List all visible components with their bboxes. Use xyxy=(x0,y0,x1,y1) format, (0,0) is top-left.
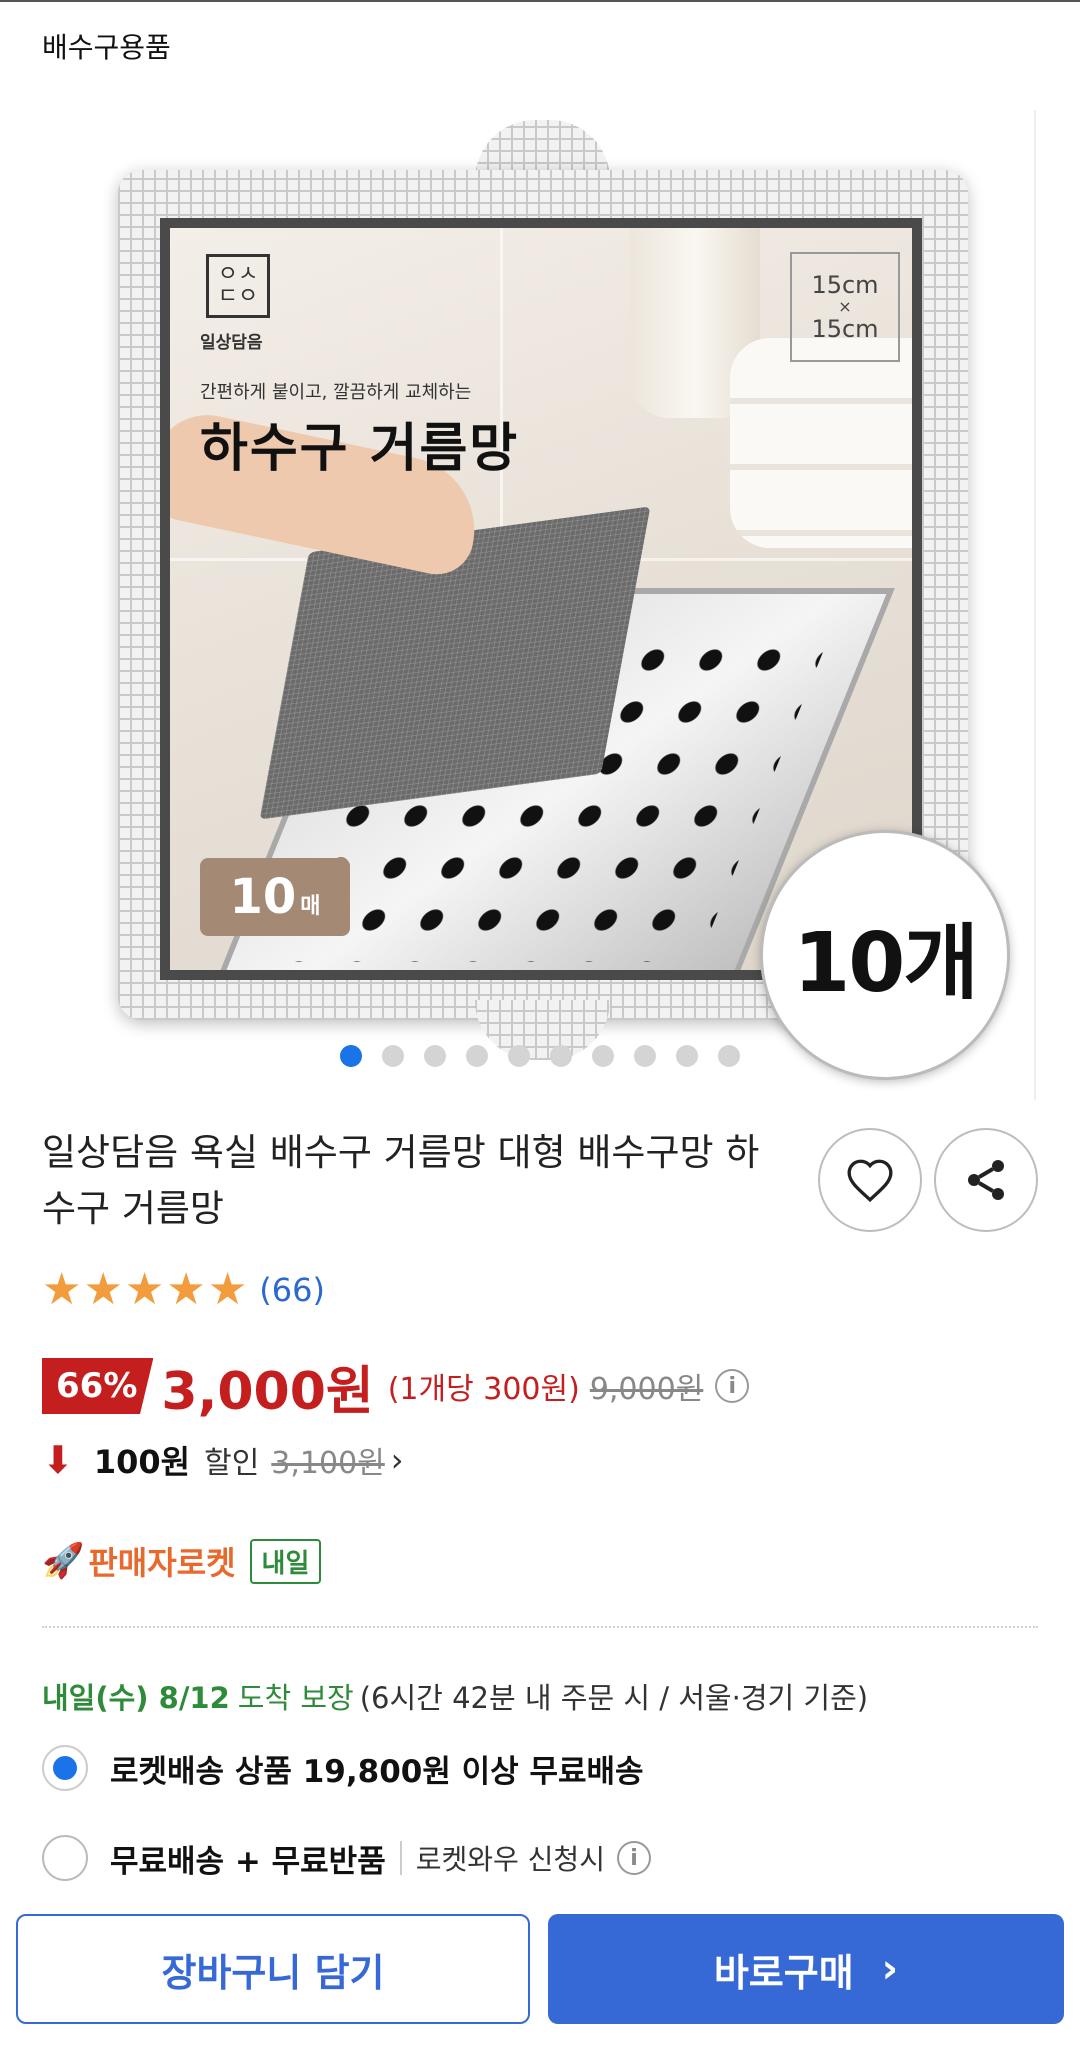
carousel-dot[interactable] xyxy=(676,1045,698,1067)
star-rating: ★★★★★ xyxy=(42,1268,249,1312)
share-button[interactable] xyxy=(934,1128,1038,1232)
top-border xyxy=(0,0,1080,2)
delivery-guarantee: 도착 보장 xyxy=(237,1681,354,1715)
sale-price: 3,000원 xyxy=(161,1361,374,1422)
unit-price: (1개당 300원) xyxy=(387,1372,580,1407)
star-icon: ★ xyxy=(83,1264,123,1315)
carousel-dot[interactable] xyxy=(592,1045,614,1067)
star-icon: ★ xyxy=(42,1264,82,1315)
count-value: 10 xyxy=(229,869,297,925)
image-edge xyxy=(1034,110,1036,1100)
size-bottom: 15cm xyxy=(811,314,879,343)
shipping-option-label: 로켓배송 상품 19,800원 이상 무료배송 xyxy=(110,1753,644,1790)
size-x: × xyxy=(838,297,852,317)
delivery-condition: (6시간 42분 내 주문 시 / 서울·경기 기준) xyxy=(359,1681,869,1715)
radio-unselected[interactable] xyxy=(42,1835,88,1881)
price-drop-row[interactable]: ⬇ 100원 할인 3,100원 › xyxy=(42,1434,404,1486)
towel-graphic xyxy=(730,338,912,548)
buy-now-button[interactable]: 바로구매 › xyxy=(548,1914,1064,2024)
price-drop-label: 할인 xyxy=(204,1446,260,1481)
star-icon: ★ xyxy=(207,1264,248,1315)
chevron-right-icon: › xyxy=(390,1441,404,1479)
share-icon xyxy=(968,1160,1004,1200)
delivery-info: 내일(수) 8/12 도착 보장 (6시간 42분 내 주문 시 / 서울·경기… xyxy=(42,1672,868,1720)
discount-badge: 66% xyxy=(42,1358,154,1414)
carousel-dot[interactable] xyxy=(550,1045,572,1067)
image-tagline: 간편하게 붙이고, 깔끔하게 교체하는 xyxy=(200,382,472,403)
brand-name: 일상담음 xyxy=(200,333,263,353)
carousel-dot[interactable] xyxy=(466,1045,488,1067)
section-divider xyxy=(42,1626,1038,1628)
seller-rocket-row: 🚀 판매자로켓 내일 xyxy=(42,1535,322,1587)
shipping-option-wow[interactable]: 무료배송 + 무료반품 로켓와우 신청시 i xyxy=(42,1830,651,1886)
size-top: 15cm xyxy=(811,270,879,299)
shipping-option-rocket[interactable]: 로켓배송 상품 19,800원 이상 무료배송 xyxy=(42,1740,644,1796)
down-arrow-icon: ⬇ xyxy=(42,1438,74,1482)
review-count[interactable]: (66) xyxy=(259,1271,325,1309)
count-unit: 매 xyxy=(300,894,321,919)
size-box: 15cm × 15cm xyxy=(790,252,900,362)
star-icon: ★ xyxy=(166,1264,206,1315)
rating[interactable]: ★★★★★ (66) xyxy=(42,1268,325,1312)
product-title: 일상담음 욕실 배수구 거름망 대형 배수구망 하수구 거름망 xyxy=(42,1131,760,1230)
carousel-dot[interactable] xyxy=(718,1045,740,1067)
like-button[interactable] xyxy=(818,1128,922,1232)
seller-rocket-label: 판매자로켓 xyxy=(88,1544,236,1582)
delivery-date: 내일(수) 8/12 xyxy=(42,1681,230,1715)
option-separator xyxy=(399,1841,402,1875)
info-icon[interactable]: i xyxy=(715,1369,750,1403)
tomorrow-badge: 내일 xyxy=(249,1538,322,1584)
radio-selected[interactable] xyxy=(42,1745,88,1791)
carousel-dot[interactable] xyxy=(340,1045,362,1067)
carousel-dot[interactable] xyxy=(634,1045,656,1067)
price-drop-previous: 3,100원 xyxy=(271,1446,385,1481)
original-price: 9,000원 xyxy=(589,1372,704,1407)
info-icon[interactable]: i xyxy=(616,1841,651,1875)
rocket-icon: 🚀 xyxy=(42,1541,85,1581)
breadcrumb[interactable]: 배수구용품 xyxy=(42,26,171,66)
buy-now-label: 바로구매 xyxy=(713,1950,854,1995)
carousel-dot[interactable] xyxy=(424,1045,446,1067)
add-to-cart-button[interactable]: 장바구니 담기 xyxy=(16,1914,530,2024)
star-icon: ★ xyxy=(124,1264,165,1315)
heart-icon xyxy=(847,1159,893,1203)
chevron-right-icon: › xyxy=(881,1946,899,1992)
image-headline: 하수구 거름망 xyxy=(200,419,520,479)
shipping-option-sub: 로켓와우 신청시 xyxy=(415,1843,605,1876)
price-drop-amount: 100원 xyxy=(93,1443,191,1481)
carousel-dot[interactable] xyxy=(382,1045,404,1067)
brand-logo: ㅇㅅ ㄷㅇ xyxy=(206,254,270,318)
price-row: 66% 3,000원 (1개당 300원) 9,000원 i xyxy=(42,1355,750,1422)
shipping-option-label: 무료배송 + 무료반품 xyxy=(110,1843,386,1880)
product-image[interactable]: ㅇㅅ ㄷㅇ 일상담음 간편하게 붙이고, 깔끔하게 교체하는 하수구 거름망 1… xyxy=(110,120,1040,1080)
carousel-dot[interactable] xyxy=(508,1045,530,1067)
pack-count-badge: 10개 xyxy=(760,830,1010,1080)
count-badge: 10 매 xyxy=(200,858,350,936)
carousel-dots[interactable] xyxy=(340,1045,740,1067)
